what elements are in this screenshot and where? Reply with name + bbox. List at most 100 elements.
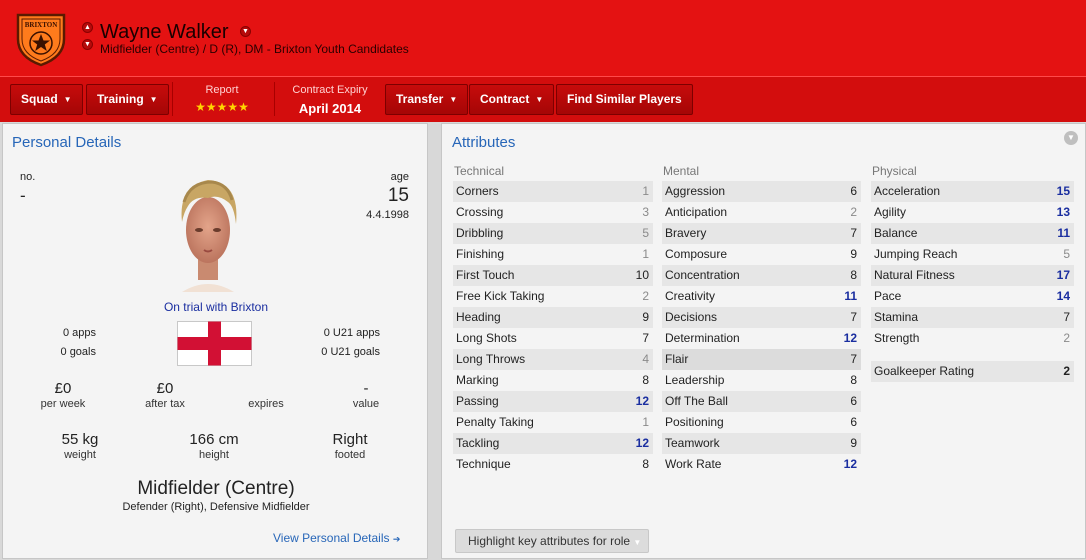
attribute-row-mental[interactable]: Positioning 6: [662, 412, 861, 433]
panel-options-icon[interactable]: ▼: [1064, 131, 1078, 145]
highlight-label: Highlight key attributes for role: [468, 534, 631, 548]
attribute-name: Leadership: [665, 373, 725, 387]
attribute-row-technical[interactable]: Marking 8: [453, 370, 653, 391]
weight-value: 55 kg: [61, 431, 99, 448]
attribute-value: 8: [642, 457, 649, 471]
attribute-name: Free Kick Taking: [456, 289, 545, 303]
contract-expiry-label: Contract Expiry: [292, 84, 368, 96]
attribute-row-mental[interactable]: Aggression 6: [662, 181, 861, 202]
attribute-row-mental[interactable]: Decisions 7: [662, 307, 861, 328]
report-stars[interactable]: ★★★★★: [180, 100, 264, 114]
training-label: Training: [97, 92, 144, 106]
attribute-name: Heading: [456, 310, 501, 324]
attribute-name: Teamwork: [665, 436, 720, 450]
attribute-row-mental[interactable]: Leadership 8: [662, 370, 861, 391]
attribute-name: Positioning: [665, 415, 724, 429]
attribute-value: 3: [642, 205, 649, 219]
attribute-row-technical[interactable]: Heading 9: [453, 307, 653, 328]
attribute-name: Technique: [456, 457, 511, 471]
attribute-value: 9: [850, 436, 857, 450]
attribute-row-mental[interactable]: Concentration 8: [662, 265, 861, 286]
attribute-row-technical[interactable]: Dribbling 5: [453, 223, 653, 244]
goals-count: 0 goals: [60, 346, 96, 358]
attribute-value: 14: [1056, 289, 1070, 303]
training-button[interactable]: Training ▼: [86, 84, 169, 115]
attribute-row-mental[interactable]: Bravery 7: [662, 223, 861, 244]
attribute-row-technical[interactable]: Crossing 3: [453, 202, 653, 223]
find-similar-players-button[interactable]: Find Similar Players: [556, 84, 693, 115]
attribute-row-physical[interactable]: Strength 2: [871, 328, 1074, 349]
attribute-row-technical[interactable]: Finishing 1: [453, 244, 653, 265]
mental-header: Mental: [663, 164, 700, 178]
crest-text: BRIXTON: [25, 21, 58, 29]
next-player-button[interactable]: ▼: [82, 39, 93, 50]
height-value: 166 cm: [189, 431, 239, 448]
age-label: age: [390, 171, 409, 183]
player-subtitle: Midfielder (Centre) / D (R), DM - Brixto…: [100, 42, 409, 56]
attribute-row-mental[interactable]: Creativity 11: [662, 286, 861, 307]
attribute-row-physical[interactable]: Agility 13: [871, 202, 1074, 223]
highlight-key-attributes-button[interactable]: Highlight key attributes for role ▼: [455, 529, 649, 553]
attribute-row-technical[interactable]: Technique 8: [453, 454, 653, 475]
attribute-value: 7: [850, 352, 857, 366]
attribute-value: 17: [1056, 268, 1070, 282]
wage-label: per week: [40, 398, 86, 410]
attribute-row-mental[interactable]: Determination 12: [662, 328, 861, 349]
attribute-name: Finishing: [456, 247, 505, 261]
chevron-down-icon: ▼: [449, 95, 458, 105]
attribute-value: 4: [642, 352, 649, 366]
attribute-value: 12: [843, 331, 857, 345]
attribute-name: Decisions: [665, 310, 718, 324]
attribute-row-mental[interactable]: Composure 9: [662, 244, 861, 265]
attribute-row-technical[interactable]: Penalty Taking 1: [453, 412, 653, 433]
attribute-name: Passing: [456, 394, 499, 408]
squad-number-value: -: [20, 186, 26, 205]
attribute-row-physical[interactable]: Natural Fitness 17: [871, 265, 1074, 286]
squad-button[interactable]: Squad ▼: [10, 84, 83, 115]
attribute-row-technical[interactable]: Free Kick Taking 2: [453, 286, 653, 307]
previous-player-button[interactable]: ▲: [82, 22, 93, 33]
attribute-name: Long Throws: [456, 352, 526, 366]
chevron-down-icon: ▼: [535, 95, 544, 105]
attribute-row-physical[interactable]: Stamina 7: [871, 307, 1074, 328]
attribute-value: 6: [850, 394, 857, 408]
report-label: Report: [205, 84, 239, 96]
contract-expiry-value: April 2014: [298, 101, 362, 116]
attribute-row-technical[interactable]: Long Throws 4: [453, 349, 653, 370]
attribute-row-technical[interactable]: Passing 12: [453, 391, 653, 412]
attribute-row-physical[interactable]: Pace 14: [871, 286, 1074, 307]
attribute-row-technical[interactable]: Long Shots 7: [453, 328, 653, 349]
attribute-row-mental[interactable]: Off The Ball 6: [662, 391, 861, 412]
attribute-name: Pace: [874, 289, 902, 303]
main-position: Midfielder (Centre): [137, 478, 295, 499]
attribute-row-mental[interactable]: Work Rate 12: [662, 454, 861, 475]
attribute-row-mental[interactable]: Anticipation 2: [662, 202, 861, 223]
attribute-row-technical[interactable]: Corners 1: [453, 181, 653, 202]
market-value: -: [363, 380, 369, 397]
attribute-row-physical[interactable]: Jumping Reach 5: [871, 244, 1074, 265]
attribute-row-technical[interactable]: First Touch 10: [453, 265, 653, 286]
attribute-name: Long Shots: [456, 331, 517, 345]
trial-status: On trial with Brixton: [163, 300, 269, 314]
secondary-positions: Defender (Right), Defensive Midfielder: [122, 501, 310, 513]
attribute-name: Concentration: [665, 268, 740, 282]
after-tax-label: after tax: [145, 398, 185, 410]
transfer-button[interactable]: Transfer ▼: [385, 84, 469, 115]
attribute-row-technical[interactable]: Tackling 12: [453, 433, 653, 454]
attribute-value: 1: [642, 415, 649, 429]
attribute-row-physical[interactable]: Acceleration 15: [871, 181, 1074, 202]
attribute-row-physical[interactable]: Balance 11: [871, 223, 1074, 244]
view-personal-details-link[interactable]: View Personal Details ➔: [273, 531, 400, 545]
apps-count: 0 apps: [62, 327, 96, 339]
attribute-value: 11: [844, 289, 857, 303]
chevron-down-icon: ▼: [63, 95, 72, 105]
attribute-row-mental[interactable]: Teamwork 9: [662, 433, 861, 454]
arrow-right-icon: ➔: [392, 534, 401, 544]
attribute-name: Tackling: [456, 436, 500, 450]
attribute-row-mental[interactable]: Flair 7: [662, 349, 861, 370]
preferred-foot-value: Right: [332, 431, 368, 448]
goalkeeper-rating-label: Goalkeeper Rating: [874, 364, 975, 378]
contract-button[interactable]: Contract ▼: [469, 84, 555, 115]
market-value-label: value: [352, 398, 380, 410]
player-menu-dropdown[interactable]: ▼: [240, 26, 251, 37]
